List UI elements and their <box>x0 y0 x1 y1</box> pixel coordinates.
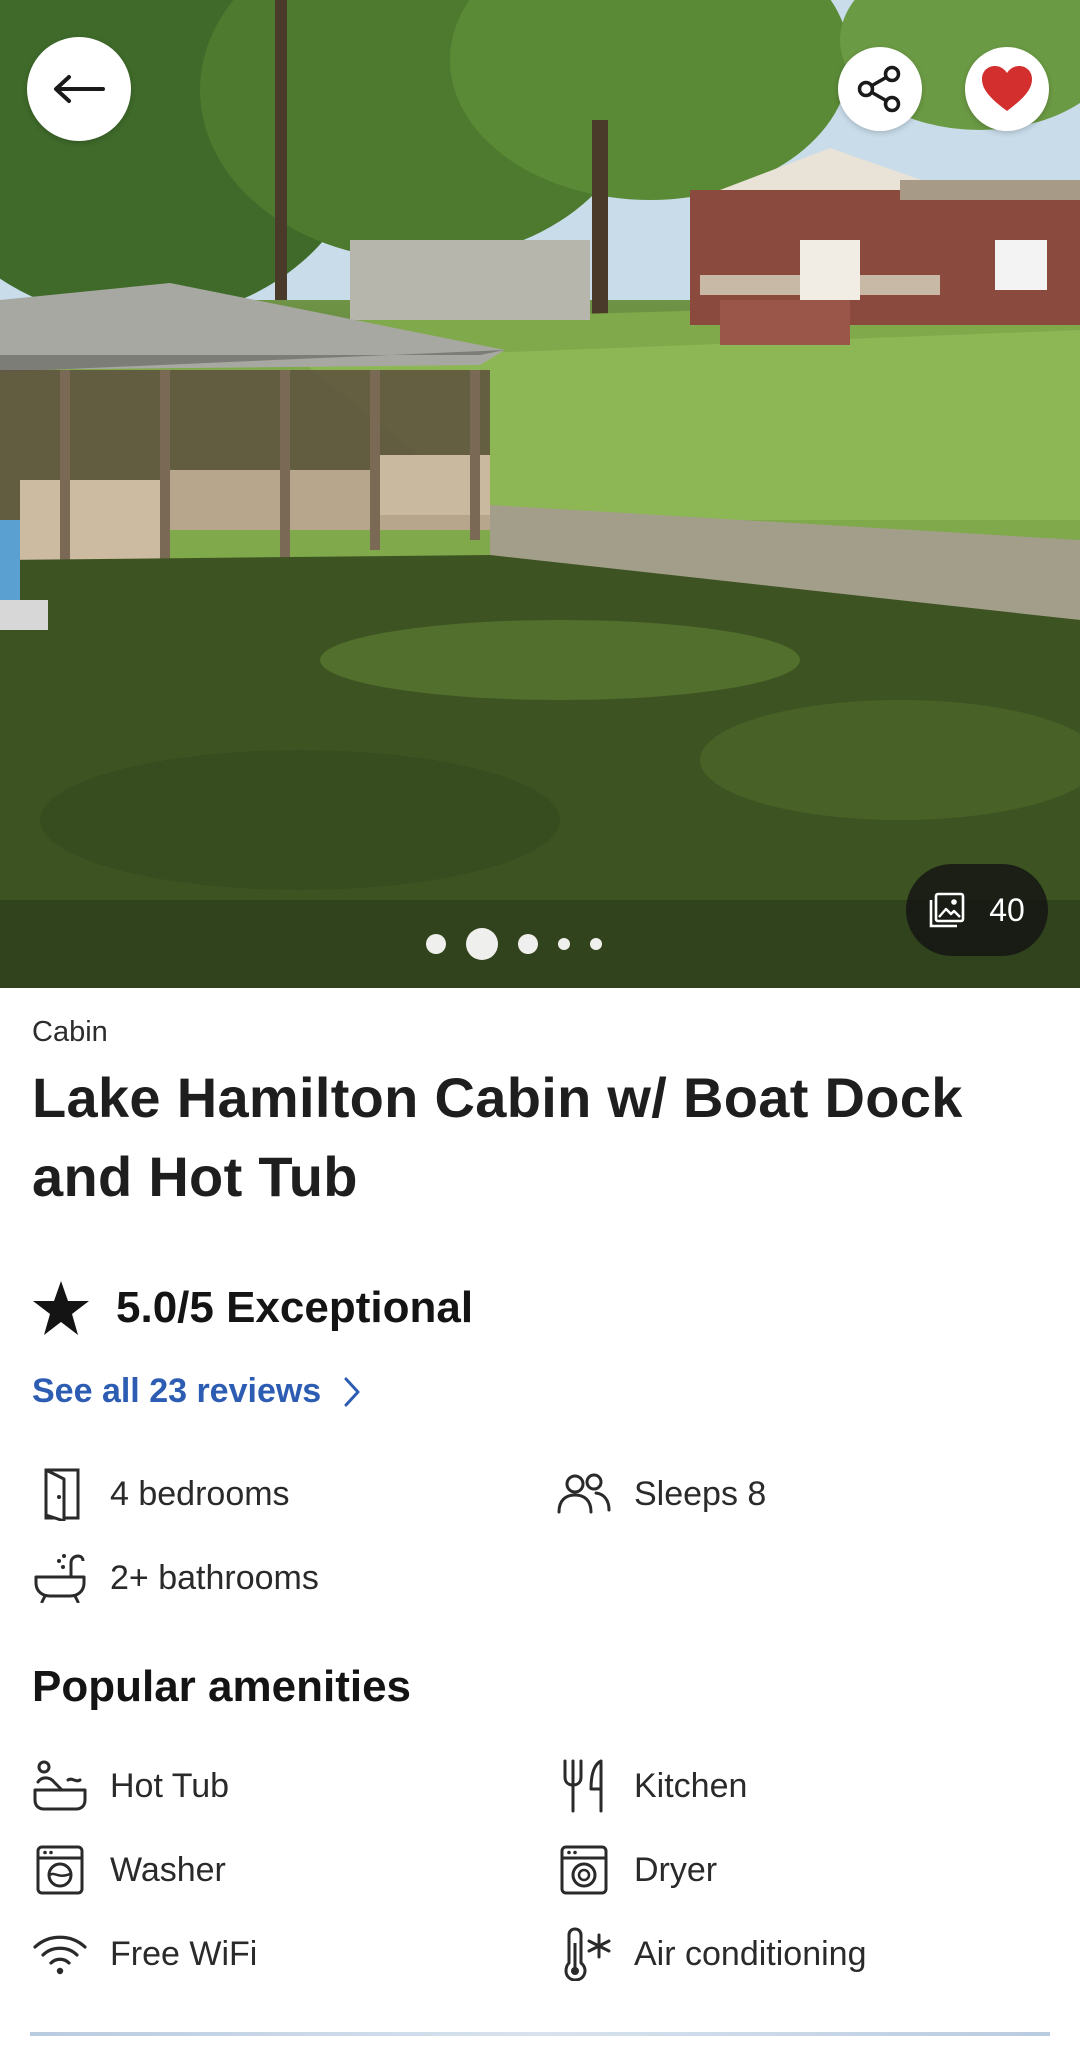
favorite-button[interactable] <box>965 47 1049 131</box>
washer-icon <box>32 1842 88 1898</box>
listing-title: Lake Hamilton Cabin w/ Boat Dock and Hot… <box>32 1066 963 1208</box>
amenity-label: Dryer <box>634 1850 718 1889</box>
back-button[interactable] <box>27 37 131 141</box>
feature-bedrooms: 4 bedrooms <box>32 1466 290 1522</box>
rating-summary: 5.0/5 Exceptional <box>32 1280 473 1336</box>
hot-tub-icon <box>32 1758 88 1814</box>
amenity-label: Kitchen <box>634 1766 748 1805</box>
amenity-hot-tub: Hot Tub <box>32 1758 229 1814</box>
bathtub-icon <box>32 1550 88 1606</box>
share-button[interactable] <box>838 47 922 131</box>
lake-cabin-photo <box>0 0 1080 988</box>
feature-label: 2+ bathrooms <box>110 1558 319 1597</box>
amenity-label: Air conditioning <box>634 1934 867 1973</box>
star-icon <box>33 1281 89 1335</box>
dryer-icon <box>556 1842 612 1898</box>
reviews-link-label: See all 23 reviews <box>32 1372 322 1410</box>
carousel-dot[interactable] <box>518 934 538 954</box>
arrow-left-icon <box>54 75 105 103</box>
feature-label: Sleeps 8 <box>634 1474 767 1513</box>
kitchen-icon <box>556 1758 612 1814</box>
amenity-washer: Washer <box>32 1842 226 1898</box>
carousel-dot[interactable] <box>590 938 602 950</box>
share-icon <box>857 65 901 113</box>
feature-label: 4 bedrooms <box>110 1474 290 1513</box>
heart-icon <box>982 66 1032 111</box>
next-section-edge <box>30 2032 1050 2036</box>
chevron-right-icon <box>344 1377 360 1406</box>
rating-text: 5.0/5 Exceptional <box>116 1283 474 1332</box>
gallery-icon <box>929 892 965 928</box>
people-icon <box>556 1466 612 1522</box>
feature-bathrooms: 2+ bathrooms <box>32 1550 319 1606</box>
popular-amenities-heading: Popular amenities <box>32 1662 412 1711</box>
amenity-air-conditioning: Air conditioning <box>556 1926 866 1982</box>
carousel-dot[interactable] <box>426 934 446 954</box>
photo-gallery-button[interactable]: 40 <box>906 864 1048 956</box>
amenity-label: Free WiFi <box>110 1934 258 1973</box>
hero-photo[interactable]: 40 <box>0 0 1080 988</box>
carousel-dot[interactable] <box>558 938 570 950</box>
door-icon <box>32 1466 88 1522</box>
wifi-icon <box>32 1926 88 1982</box>
carousel-dot-active[interactable] <box>466 928 498 960</box>
amenity-label: Hot Tub <box>110 1766 230 1805</box>
property-category: Cabin <box>32 1016 108 1048</box>
amenity-kitchen: Kitchen <box>556 1758 747 1814</box>
amenity-wifi: Free WiFi <box>32 1926 257 1982</box>
feature-sleeps: Sleeps 8 <box>556 1466 766 1522</box>
thermometer-snowflake-icon <box>556 1926 612 1982</box>
amenity-label: Washer <box>110 1850 226 1889</box>
see-all-reviews-link[interactable]: See all 23 reviews <box>32 1372 361 1411</box>
amenity-dryer: Dryer <box>556 1842 717 1898</box>
photo-count: 40 <box>989 891 1025 928</box>
